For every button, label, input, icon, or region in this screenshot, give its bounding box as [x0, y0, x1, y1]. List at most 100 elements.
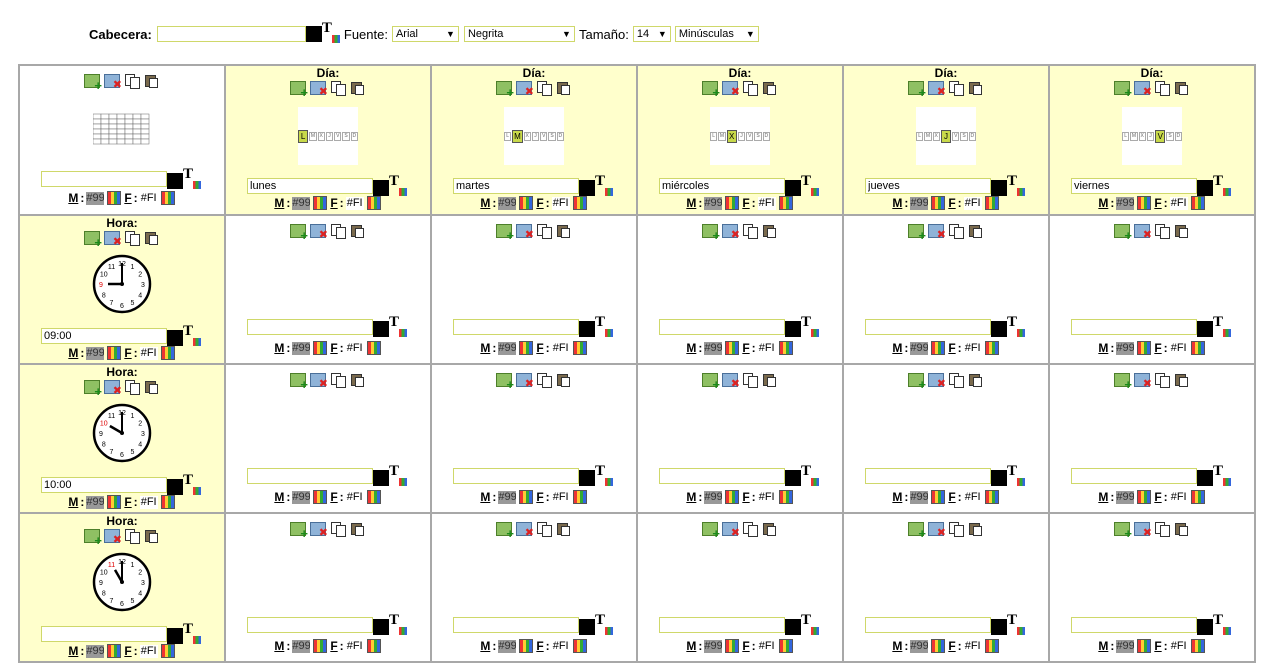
delete-image-icon[interactable] — [104, 380, 122, 397]
text-color-icon[interactable]: T — [183, 622, 201, 644]
copy-icon[interactable] — [330, 522, 346, 537]
cell-text-color-swatch[interactable] — [1197, 321, 1213, 337]
palette-icon[interactable] — [107, 191, 122, 205]
paste-icon[interactable] — [968, 81, 984, 95]
day-header-cell[interactable]: Día: LMXJVSD T M: #99 F: #FI — [430, 64, 638, 216]
copy-icon[interactable] — [536, 522, 552, 537]
cell-text-input[interactable] — [453, 178, 579, 194]
add-image-icon[interactable] — [1114, 522, 1132, 541]
add-image-icon[interactable] — [1114, 373, 1132, 392]
add-image-icon[interactable] — [84, 529, 102, 548]
palette-icon[interactable] — [1190, 196, 1205, 210]
paste-icon[interactable] — [1174, 522, 1190, 536]
copy-icon[interactable] — [742, 224, 758, 239]
f-color-value[interactable]: #FI — [551, 490, 570, 504]
f-color-value[interactable]: #FI — [963, 490, 982, 504]
delete-image-icon[interactable] — [310, 373, 328, 390]
palette-icon[interactable] — [725, 341, 740, 355]
schedule-cell[interactable]: T M: #99 F: #FI — [1048, 363, 1256, 514]
day-header-cell[interactable]: Día: LMXJVSD T M: #99 F: #FI — [842, 64, 1050, 216]
palette-icon[interactable] — [160, 644, 175, 658]
palette-icon[interactable] — [725, 490, 740, 504]
paste-icon[interactable] — [1174, 373, 1190, 387]
add-image-icon[interactable] — [290, 81, 308, 100]
delete-image-icon[interactable] — [104, 529, 122, 546]
palette-icon[interactable] — [931, 639, 946, 653]
m-color-value[interactable]: #99 — [1116, 490, 1135, 504]
delete-image-icon[interactable] — [104, 231, 122, 248]
cell-text-color-swatch[interactable] — [991, 619, 1007, 635]
palette-icon[interactable] — [931, 196, 946, 210]
paste-icon[interactable] — [556, 224, 572, 238]
m-color-value[interactable]: #99 — [704, 490, 723, 504]
cell-text-input[interactable] — [865, 319, 991, 335]
m-color-value[interactable]: #99 — [1116, 639, 1135, 653]
text-color-icon[interactable]: T — [595, 315, 613, 337]
text-color-icon[interactable]: T — [389, 315, 407, 337]
cell-text-color-swatch[interactable] — [373, 619, 389, 635]
text-color-icon[interactable]: T — [1007, 613, 1025, 635]
palette-icon[interactable] — [572, 196, 587, 210]
palette-icon[interactable] — [984, 341, 999, 355]
text-color-icon[interactable]: T — [389, 174, 407, 196]
cell-text-input[interactable] — [1071, 617, 1197, 633]
copy-icon[interactable] — [948, 522, 964, 537]
palette-icon[interactable] — [572, 490, 587, 504]
f-color-value[interactable]: #FI — [551, 639, 570, 653]
cell-text-input[interactable] — [865, 617, 991, 633]
palette-icon[interactable] — [572, 639, 587, 653]
m-color-value[interactable]: #99 — [498, 490, 517, 504]
schedule-cell[interactable]: T M: #99 F: #FI — [224, 363, 432, 514]
text-color-icon[interactable]: T — [1213, 174, 1231, 196]
text-color-icon[interactable]: T — [801, 174, 819, 196]
palette-icon[interactable] — [725, 639, 740, 653]
copy-icon[interactable] — [124, 231, 140, 246]
m-color-value[interactable]: #99 — [704, 639, 723, 653]
add-image-icon[interactable] — [290, 224, 308, 243]
text-case-select[interactable]: Minúsculas ▼ — [674, 26, 759, 42]
palette-icon[interactable] — [160, 346, 175, 360]
cell-text-color-swatch[interactable] — [1197, 180, 1213, 196]
palette-icon[interactable] — [1190, 490, 1205, 504]
f-color-value[interactable]: #FI — [757, 490, 776, 504]
delete-image-icon[interactable] — [310, 522, 328, 539]
palette-icon[interactable] — [160, 191, 175, 205]
delete-image-icon[interactable] — [928, 224, 946, 241]
add-image-icon[interactable] — [290, 522, 308, 541]
text-color-icon[interactable]: T — [1213, 613, 1231, 635]
copy-icon[interactable] — [1154, 373, 1170, 388]
palette-icon[interactable] — [366, 490, 381, 504]
add-image-icon[interactable] — [908, 373, 926, 392]
delete-image-icon[interactable] — [928, 373, 946, 390]
copy-icon[interactable] — [330, 81, 346, 96]
paste-icon[interactable] — [350, 373, 366, 387]
cell-text-input[interactable] — [659, 617, 785, 633]
copy-icon[interactable] — [1154, 522, 1170, 537]
m-color-value[interactable]: #99 — [292, 341, 311, 355]
m-color-value[interactable]: #99 — [86, 191, 105, 205]
add-image-icon[interactable] — [84, 380, 102, 399]
cell-text-input[interactable] — [247, 617, 373, 633]
paste-icon[interactable] — [762, 224, 778, 238]
schedule-cell[interactable]: T M: #99 F: #FI — [842, 214, 1050, 365]
cell-text-input[interactable] — [247, 468, 373, 484]
copy-icon[interactable] — [124, 74, 140, 89]
add-image-icon[interactable] — [702, 224, 720, 243]
hour-header-cell[interactable]: Hora: 123456789101112 T M: #99 F: #FI — [18, 512, 226, 663]
f-color-value[interactable]: #FI — [345, 490, 364, 504]
palette-icon[interactable] — [778, 490, 793, 504]
schedule-cell[interactable]: T M: #99 F: #FI — [636, 214, 844, 365]
copy-icon[interactable] — [330, 373, 346, 388]
cell-text-color-swatch[interactable] — [373, 321, 389, 337]
delete-image-icon[interactable] — [722, 522, 740, 539]
f-color-value[interactable]: #FI — [757, 196, 776, 210]
cell-text-input[interactable] — [1071, 468, 1197, 484]
palette-icon[interactable] — [778, 196, 793, 210]
palette-icon[interactable] — [519, 639, 534, 653]
add-image-icon[interactable] — [908, 522, 926, 541]
m-color-value[interactable]: #99 — [498, 196, 517, 210]
paste-icon[interactable] — [762, 522, 778, 536]
f-color-value[interactable]: #FI — [757, 639, 776, 653]
schedule-cell[interactable]: T M: #99 F: #FI — [636, 512, 844, 663]
palette-icon[interactable] — [519, 341, 534, 355]
